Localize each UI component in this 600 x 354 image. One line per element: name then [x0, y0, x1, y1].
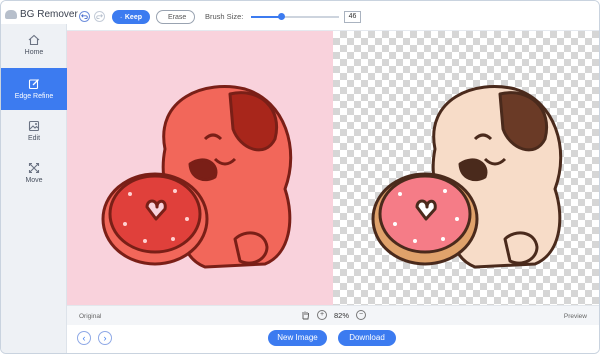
sidebar-item-label: Edit: [27, 135, 41, 142]
app-logo-icon: [5, 10, 17, 19]
download-button[interactable]: Download: [338, 330, 396, 346]
undo-button[interactable]: [79, 11, 90, 22]
chevron-left-icon: ‹: [82, 333, 86, 343]
erase-button[interactable]: Erase: [156, 10, 195, 24]
new-image-button[interactable]: New Image: [268, 330, 327, 346]
keep-label: Keep: [124, 13, 142, 21]
zoom-in-icon[interactable]: +: [317, 310, 327, 320]
brush-size-slider-handle[interactable]: [278, 13, 286, 20]
edge-refine-icon: [28, 79, 39, 90]
brush-keep-icon: [120, 16, 122, 18]
redo-button[interactable]: [94, 11, 105, 22]
redo-icon: [96, 14, 103, 20]
top-toolbar: BG Remover Keep Erase Brush Size: 46: [1, 1, 599, 31]
brush-size-slider[interactable]: [251, 13, 339, 20]
app-title-text: BG Remover: [20, 9, 78, 20]
sidebar-item-edge-refine[interactable]: Edge Refine: [1, 68, 67, 110]
status-bar: Original + 82% − Preview: [67, 305, 599, 325]
sidebar-item-label: Home: [24, 49, 44, 56]
preview-pug-donut-image: [371, 85, 563, 269]
sidebar-item-label: Move: [25, 177, 43, 184]
preview-canvas[interactable]: [333, 31, 599, 305]
bottom-bar: ‹ › New Image Download: [67, 325, 599, 353]
zoom-controls: + 82% −: [300, 310, 367, 320]
brush-size-label: Brush Size:: [205, 12, 244, 21]
original-pug-donut-image: [101, 85, 293, 269]
original-label: Original: [79, 313, 102, 320]
app-title: BG Remover: [5, 9, 78, 20]
edit-image-icon: [28, 120, 40, 132]
undo-icon: [81, 14, 88, 20]
zoom-level: 82%: [334, 310, 350, 320]
chevron-right-icon: ›: [103, 333, 107, 343]
sidebar-item-edit[interactable]: Edit: [1, 110, 67, 152]
sidebar: Home Edge Refine Edit Move: [1, 24, 67, 353]
move-icon: [28, 162, 40, 174]
sidebar-item-label: Edge Refine: [14, 93, 54, 100]
preview-label: Preview: [563, 313, 587, 320]
next-button[interactable]: ›: [98, 331, 112, 345]
app-window: BG Remover Keep Erase Brush Size: 46 Hom…: [0, 0, 600, 354]
sidebar-item-home[interactable]: Home: [1, 24, 67, 66]
brush-size-slider-fill: [251, 16, 282, 18]
home-icon: [28, 34, 40, 46]
brush-size-input[interactable]: 46: [344, 11, 361, 23]
keep-button[interactable]: Keep: [112, 10, 150, 24]
previous-button[interactable]: ‹: [77, 331, 91, 345]
sidebar-item-move[interactable]: Move: [1, 152, 67, 194]
hand-pan-icon[interactable]: [300, 310, 310, 320]
original-canvas[interactable]: [67, 31, 333, 305]
erase-label: Erase: [168, 13, 187, 21]
zoom-out-icon[interactable]: −: [356, 310, 367, 320]
